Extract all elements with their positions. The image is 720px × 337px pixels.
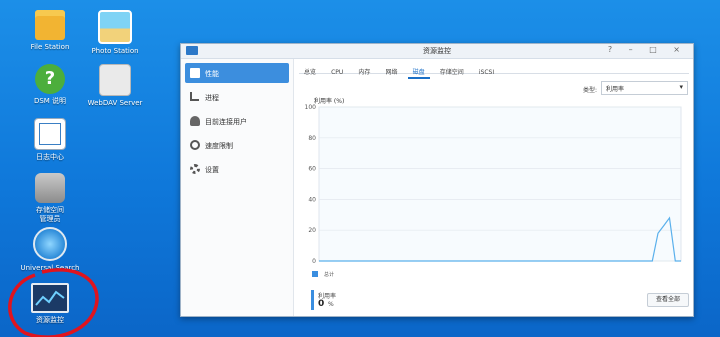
sidebar-item-performance[interactable]: 性能: [185, 63, 289, 83]
tab-volume[interactable]: 存储空间: [435, 64, 469, 79]
speed-limit-icon: [190, 140, 200, 150]
sidebar: 性能 进程 目前连接用户 速度限制 设置: [181, 59, 294, 316]
tab-overview[interactable]: 总览: [299, 64, 321, 79]
type-label: 类型:: [583, 87, 598, 94]
sidebar-item-users[interactable]: 目前连接用户: [185, 111, 289, 131]
y-tick-label: 60: [308, 166, 316, 173]
tab-cpu[interactable]: CPU: [326, 66, 348, 79]
view-all-button[interactable]: 查看全部: [647, 293, 689, 307]
users-icon: [190, 116, 200, 126]
tab-bar: 总览 CPU 内存 网络 磁盘 存储空间 iSCSI: [299, 59, 689, 79]
utilization-value: 0: [318, 299, 325, 309]
window-titlebar[interactable]: 资源监控 ? – □ ×: [181, 44, 693, 59]
gear-icon: [190, 164, 200, 174]
tab-disk[interactable]: 磁盘: [407, 64, 430, 79]
chart-plot-area: [318, 106, 682, 262]
performance-icon: [190, 68, 200, 78]
y-tick-label: 100: [305, 104, 317, 111]
type-select-value: 利用率: [606, 86, 625, 93]
window-controls[interactable]: ? – □ ×: [608, 45, 687, 54]
tab-iscsi[interactable]: iSCSI: [474, 66, 499, 79]
legend-label: 总计: [324, 272, 335, 278]
sidebar-item-process[interactable]: 进程: [185, 87, 289, 107]
type-select[interactable]: 利用率 ▾: [601, 81, 688, 95]
y-tick-label: 20: [308, 227, 316, 234]
sidebar-item-settings[interactable]: 设置: [185, 159, 289, 179]
utilization-bar: [311, 290, 314, 310]
tab-memory[interactable]: 内存: [353, 64, 375, 79]
y-tick-label: 40: [308, 196, 316, 203]
resource-monitor-window: 资源监控 ? – □ × 性能 进程 目前连接用户 速度限制 设置 总览 CPU…: [180, 43, 694, 317]
y-tick-label: 0: [312, 258, 316, 265]
chevron-down-icon: ▾: [679, 83, 683, 91]
utilization-unit: %: [328, 301, 334, 308]
sidebar-item-speed-limit[interactable]: 速度限制: [185, 135, 289, 155]
tab-network[interactable]: 网络: [381, 64, 403, 79]
process-icon: [190, 92, 199, 101]
y-tick-label: 80: [308, 135, 316, 142]
utilization-chart: 0 20 40 60 80 100: [305, 104, 682, 265]
legend-swatch: [312, 271, 318, 277]
